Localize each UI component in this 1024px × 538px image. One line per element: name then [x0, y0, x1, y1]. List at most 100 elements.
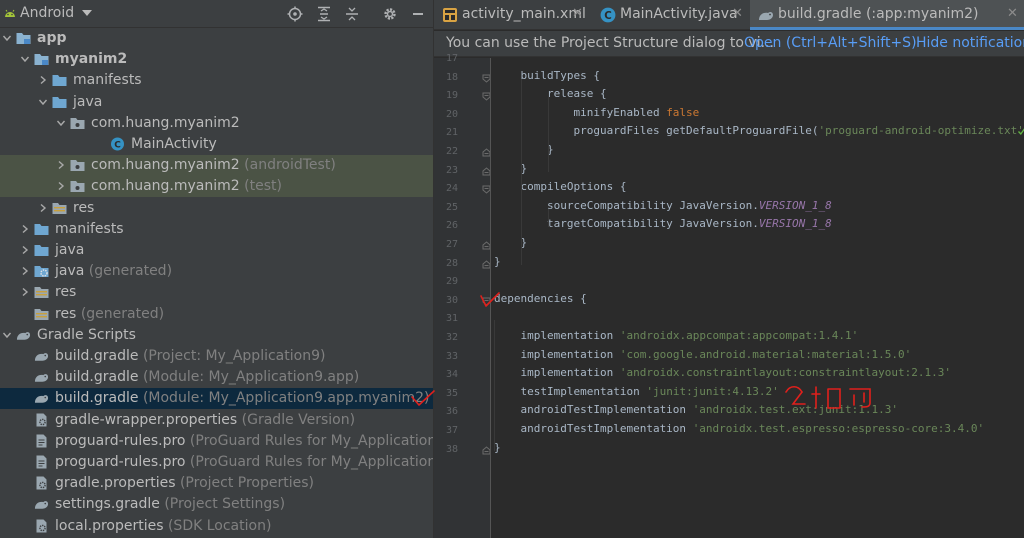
tab-label: build.gradle (:app:myanim2)	[778, 6, 979, 22]
folder-icon	[34, 219, 50, 240]
chevron-down-icon[interactable]	[38, 97, 48, 107]
code-token: implementation	[494, 366, 620, 380]
chevron-down-icon[interactable]	[2, 330, 12, 340]
chevron-down-icon[interactable]	[20, 54, 30, 64]
line-number: 18	[445, 71, 458, 83]
tree-item[interactable]: C MainActivity	[0, 134, 433, 155]
tree-item-label: app	[37, 30, 67, 46]
inspection-ok-icon[interactable]	[1018, 128, 1024, 135]
tree-item[interactable]: Gradle Scripts	[0, 325, 433, 346]
tree-item[interactable]: manifests	[0, 219, 433, 240]
code-line: dependencies {	[494, 292, 587, 305]
tree-item[interactable]: gradle-wrapper.properties (Gradle Versio…	[0, 410, 433, 431]
code-token: 'androidx.appcompat:appcompat:1.4.1'	[619, 329, 859, 342]
code-token: }	[494, 143, 554, 156]
tree-item-label: myanim2	[55, 51, 128, 68]
folder-icon	[52, 92, 68, 113]
tree-item[interactable]: myanim2	[0, 49, 433, 70]
tree-item[interactable]: gradle.properties (Project Properties)	[0, 473, 433, 494]
tree-item[interactable]: com.huang.myanim2 (test)	[0, 176, 433, 198]
code-token: false	[666, 105, 700, 119]
line-number: 22	[445, 146, 458, 157]
tree-item-hint: (Gradle Version)	[241, 411, 356, 428]
close-icon[interactable]: ✕	[572, 6, 583, 21]
tree-item-hint: (Project Settings)	[164, 496, 286, 513]
tree-item[interactable]: build.gradle (Project: My_Application9)	[0, 346, 433, 367]
tree-item[interactable]: manifests	[0, 70, 433, 91]
properties-file-icon	[34, 516, 50, 537]
tree-item-hint: (Module: My_Application9.app.myanim2)	[142, 390, 430, 407]
code-line: implementation 'com.google.android.mater…	[494, 348, 911, 361]
project-view-selector[interactable]: Android	[20, 5, 74, 21]
minimize-icon[interactable]	[410, 6, 426, 22]
chevron-down-icon[interactable]	[56, 118, 66, 128]
tab-gradle[interactable]: build.gradle (:app:myanim2) ✕	[750, 0, 1024, 30]
indent-guide	[494, 320, 495, 451]
tree-item[interactable]: build.gradle (Module: My_Application9.ap…	[0, 367, 433, 388]
tree-item[interactable]: proguard-rules.pro (ProGuard Rules for M…	[0, 431, 433, 452]
code-token: buildTypes {	[494, 68, 600, 82]
chevron-right-icon[interactable]	[56, 181, 66, 191]
tree-item-label: proguard-rules.pro (ProGuard Rules for M…	[55, 454, 433, 470]
tab-layout-xml[interactable]: activity_main.xml ✕	[434, 0, 590, 30]
tree-item[interactable]: res	[0, 282, 433, 303]
svg-text:C: C	[114, 141, 121, 151]
close-icon[interactable]: ✕	[1007, 6, 1018, 21]
chevron-right-icon[interactable]	[20, 224, 30, 234]
gradle-icon	[34, 494, 50, 515]
close-icon[interactable]: ✕	[732, 6, 743, 21]
chevron-right-icon[interactable]	[20, 287, 30, 297]
locate-target-icon[interactable]	[287, 6, 303, 22]
chevron-right-icon[interactable]	[38, 75, 48, 85]
tree-item-label: manifests	[55, 220, 124, 237]
tree-item[interactable]: res	[0, 198, 433, 219]
class-icon: C	[110, 134, 126, 155]
tree-item[interactable]: app	[0, 28, 433, 49]
chevron-right-icon[interactable]	[20, 266, 30, 276]
tree-item[interactable]: java (generated)	[0, 261, 433, 282]
chevron-right-icon[interactable]	[20, 245, 30, 255]
tree-item[interactable]: local.properties (SDK Location)	[0, 516, 433, 537]
expand-all-icon[interactable]	[316, 6, 332, 22]
tree-item-label: build.gradle (Module: My_Application9.ap…	[55, 369, 360, 386]
tree-item-hint: (ProGuard Rules for My_Application9.ap	[189, 454, 433, 470]
chevron-right-icon[interactable]	[56, 160, 66, 170]
line-number: 33	[445, 350, 458, 362]
notification-text: You can use the Project Structure dialog…	[446, 35, 774, 51]
tab-class[interactable]: C MainActivity.java ✕	[592, 0, 750, 30]
line-number: 24	[445, 183, 458, 195]
tree-item[interactable]: com.huang.myanim2	[0, 113, 433, 134]
code-line: implementation 'androidx.constraintlayou…	[494, 366, 951, 379]
tree-item-label: com.huang.myanim2	[91, 114, 240, 131]
chevron-right-icon[interactable]	[38, 203, 48, 213]
chevron-down-icon[interactable]	[82, 10, 92, 16]
package-icon	[70, 155, 86, 176]
collapse-all-icon[interactable]	[344, 6, 360, 22]
tree-item-hint: (Module: My_Application9.app)	[142, 369, 360, 386]
gradle-icon	[16, 325, 32, 346]
code-token: targetCompatibility JavaVersion.	[494, 217, 759, 231]
chevron-down-icon[interactable]	[2, 33, 12, 43]
code-token: proguardFiles getDefaultProguardFile(	[494, 124, 819, 138]
line-number: 20	[445, 108, 458, 120]
tree-item[interactable]: build.gradle (Module: My_Application9.ap…	[0, 388, 433, 410]
line-number: 32	[445, 332, 458, 343]
line-number: 28	[445, 257, 458, 269]
code-line: testImplementation 'junit:junit:4.13.2'	[494, 385, 778, 398]
tree-item[interactable]: java	[0, 240, 433, 261]
line-number: 21	[445, 127, 458, 139]
folder-module-icon	[16, 28, 32, 49]
hide-notification-link[interactable]: Hide notification	[916, 35, 1024, 51]
tree-item-hint: (ProGuard Rules for My_Application9.ap	[189, 432, 433, 449]
res-folder-icon	[52, 198, 68, 219]
tree-item[interactable]: proguard-rules.pro (ProGuard Rules for M…	[0, 452, 433, 473]
code-token: compileOptions {	[494, 180, 627, 194]
tree-item[interactable]: com.huang.myanim2 (androidTest)	[0, 155, 433, 177]
open-project-structure-link[interactable]: Open (Ctrl+Alt+Shift+S)	[744, 35, 917, 51]
tree-item[interactable]: settings.gradle (Project Settings)	[0, 494, 433, 515]
gear-icon[interactable]	[382, 6, 398, 22]
tree-item[interactable]: res (generated)	[0, 304, 433, 325]
code-editor[interactable]: 17 18 19 20 21 22 23 24 25 26 27 28 29 30 31 32 33 34 35 36…	[434, 53, 1024, 538]
folder-icon	[34, 240, 50, 261]
tree-item[interactable]: java	[0, 92, 433, 113]
